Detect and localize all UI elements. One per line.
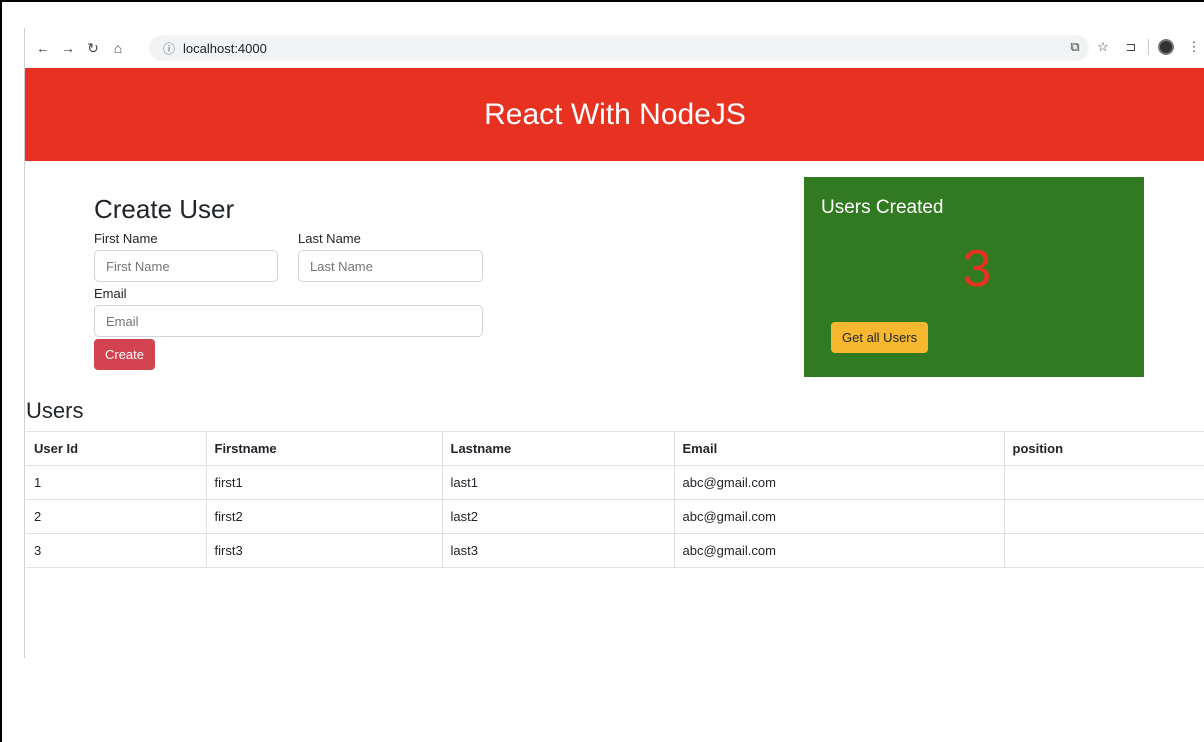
profile-avatar[interactable] [1155,36,1177,58]
cell-lastname: last3 [442,533,675,568]
nav-buttons: ← → ↻ ⌂ [33,38,131,58]
first-name-input[interactable] [94,250,278,282]
extensions-icon[interactable]: ⊐ [1120,36,1142,58]
table-header-row: User Id Firstname Lastname Email positio… [26,431,1204,466]
users-created-title: Users Created [821,197,944,218]
reload-icon[interactable]: ↻ [83,38,103,58]
count-value: 3 [962,240,992,298]
email-label: Email [94,286,127,301]
url-text: localhost:4000 [183,40,267,56]
cell-firstname: first3 [206,533,443,568]
create-user-form: Create User First Name Last Name Email C… [94,194,494,370]
page-header: React With NodeJS [25,68,1204,161]
cell-position [1004,533,1204,568]
cell-email: abc@gmail.com [674,465,1005,500]
table-row: 2 first2 last2 abc@gmail.com [26,499,1204,534]
column-header: Firstname [206,431,443,466]
create-user-title: Create User [94,194,235,224]
site-info-icon[interactable]: ⓘ [163,40,175,57]
cell-user-id: 3 [26,533,207,568]
first-name-label: First Name [94,231,158,246]
email-group: Email [94,286,494,337]
menu-dots-icon[interactable]: ⋮ [1183,36,1204,58]
install-app-icon[interactable]: ⧉ [1064,36,1086,58]
email-input[interactable] [94,305,483,337]
cell-user-id: 2 [26,499,207,534]
browser-toolbar: ← → ↻ ⌂ ⓘ localhost:4000 ⧉ ☆ ⊐ ⋮ [25,28,1204,68]
last-name-label: Last Name [298,231,361,246]
avatar [1158,39,1174,55]
last-name-group: Last Name [298,231,483,282]
address-bar[interactable]: ⓘ localhost:4000 [149,35,1089,61]
column-header: User Id [26,431,207,466]
toolbar-divider [1148,39,1149,55]
get-all-users-button[interactable]: Get all Users [831,322,929,353]
create-button[interactable]: Create [94,339,155,370]
column-header: position [1004,431,1204,466]
users-created-card: Users Created 3 Get all Users [804,177,1144,377]
cell-position [1004,465,1204,500]
cell-firstname: first1 [206,465,443,500]
cell-lastname: last1 [442,465,675,500]
cell-user-id: 1 [26,465,207,500]
table-row: 3 first3 last3 abc@gmail.com [26,533,1204,568]
toolbar-right-icons: ⧉ ☆ ⊐ ⋮ [1064,36,1204,58]
cell-lastname: last2 [442,499,675,534]
users-created-count: 3 [804,239,1144,299]
table-row: 1 first1 last1 abc@gmail.com [26,465,1204,500]
last-name-input[interactable] [298,250,483,282]
browser-window: ← → ↻ ⌂ ⓘ localhost:4000 ⧉ ☆ ⊐ ⋮ React W… [24,28,1204,658]
users-title: Users [26,398,84,423]
cell-position [1004,499,1204,534]
first-name-group: First Name [94,231,278,282]
column-header: Email [674,431,1005,466]
cell-email: abc@gmail.com [674,533,1005,568]
cell-firstname: first2 [206,499,443,534]
bookmark-star-icon[interactable]: ☆ [1092,36,1114,58]
page-title: React With NodeJS [484,97,746,131]
column-header: Lastname [442,431,675,466]
forward-icon[interactable]: → [58,38,78,58]
home-icon[interactable]: ⌂ [108,38,128,58]
back-icon[interactable]: ← [33,38,53,58]
cell-email: abc@gmail.com [674,499,1005,534]
name-row: First Name Last Name [94,231,494,282]
users-table: User Id Firstname Lastname Email positio… [26,431,1204,568]
